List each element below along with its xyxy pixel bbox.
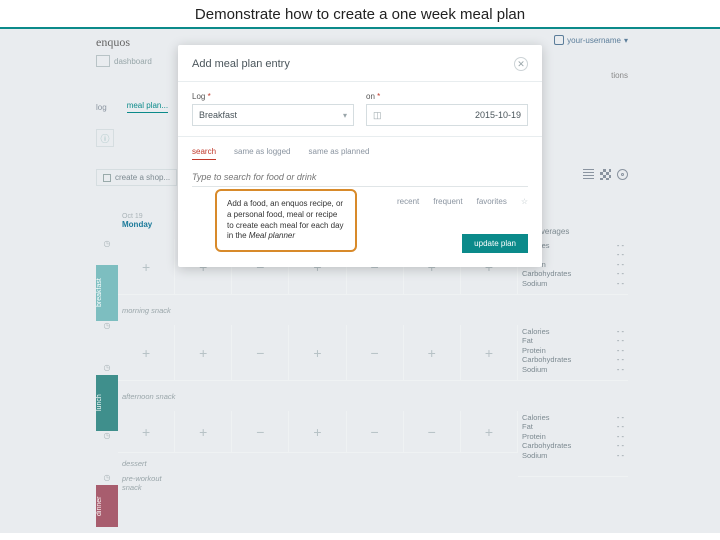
- add-meal-button[interactable]: +: [118, 239, 175, 295]
- on-label: on *: [366, 92, 528, 101]
- list-icon: [103, 174, 111, 182]
- create-shopping-list-button[interactable]: create a shop...: [96, 169, 177, 186]
- meal-label-dinner: dinner: [96, 485, 118, 527]
- add-meal-button[interactable]: +: [175, 411, 232, 453]
- tab-meal-plans[interactable]: meal plan...: [127, 101, 168, 113]
- log-select[interactable]: Breakfast ▾: [192, 104, 354, 126]
- clock-icon: ◷: [96, 321, 118, 333]
- log-value: Breakfast: [199, 110, 237, 120]
- meal-label-afternoon-snack: [96, 443, 118, 473]
- divider: [178, 81, 542, 82]
- afternoon-snack-row: afternoon snack: [118, 381, 518, 411]
- search-input[interactable]: [192, 168, 528, 187]
- instruction-callout: Add a food, an enquos recipe, or a perso…: [215, 189, 357, 252]
- clock-icon: ◷: [96, 239, 118, 251]
- date-value: 2015-10-19: [475, 110, 521, 120]
- add-meal-button[interactable]: +: [461, 411, 518, 453]
- star-icon[interactable]: ☆: [521, 197, 528, 206]
- brand-logo: enquos: [96, 35, 130, 50]
- app-background: enquos your-username ▾ dashboard tions l…: [0, 29, 720, 533]
- lunch-row: + + − + − + +: [118, 325, 518, 381]
- tab-search[interactable]: search: [192, 147, 216, 160]
- chevron-down-icon: ▾: [624, 36, 628, 45]
- tab-log[interactable]: log: [96, 103, 107, 112]
- add-meal-button[interactable]: −: [404, 411, 461, 453]
- list-view-icon[interactable]: [583, 169, 594, 180]
- tab-same-planned[interactable]: same as planned: [309, 147, 370, 160]
- log-label: Log *: [192, 92, 354, 101]
- slide-title: Demonstrate how to create a one week mea…: [0, 0, 720, 27]
- subnav-tabs: log meal plan...: [96, 101, 168, 113]
- meal-label-morning-snack: [96, 333, 118, 363]
- tab-same-logged[interactable]: same as logged: [234, 147, 290, 160]
- add-meal-button[interactable]: +: [404, 325, 461, 381]
- dessert-label: dessert: [118, 459, 179, 468]
- filter-favorites[interactable]: favorites: [477, 197, 507, 206]
- info-icon[interactable]: ⓘ: [96, 129, 114, 147]
- calendar-icon: ◫: [373, 110, 382, 121]
- pre-workout-label: pre-workout snack: [118, 474, 179, 492]
- target-view-icon[interactable]: [617, 169, 628, 180]
- add-meal-button[interactable]: −: [347, 325, 404, 381]
- shopping-label: create a shop...: [115, 173, 170, 182]
- grid-view-icon[interactable]: [600, 169, 611, 180]
- dinner-row: + + − + − − +: [118, 411, 518, 453]
- add-meal-button[interactable]: −: [347, 411, 404, 453]
- add-meal-button[interactable]: −: [232, 325, 289, 381]
- clock-icon: ◷: [96, 363, 118, 375]
- add-meal-button[interactable]: +: [289, 411, 346, 453]
- date-input[interactable]: ◫ 2015-10-19: [366, 104, 528, 126]
- add-meal-button[interactable]: +: [461, 325, 518, 381]
- callout-emphasis: Meal planner: [249, 231, 295, 240]
- divider: [178, 136, 542, 137]
- filter-recent[interactable]: recent: [397, 197, 419, 206]
- add-meal-button[interactable]: +: [118, 325, 175, 381]
- day-name: Monday: [122, 220, 152, 229]
- truncated-tab: tions: [611, 71, 628, 80]
- snack-label: morning snack: [118, 306, 179, 315]
- avatar-icon: [554, 35, 564, 45]
- snack-label: afternoon snack: [118, 392, 179, 401]
- username: your-username: [567, 36, 621, 45]
- add-meal-button[interactable]: +: [118, 411, 175, 453]
- add-meal-button[interactable]: +: [175, 325, 232, 381]
- meal-label-lunch: lunch: [96, 375, 118, 431]
- day-header-monday[interactable]: Oct 19 Monday: [118, 211, 175, 239]
- nutrient-block-lunch: Calories- - Fat- - Protein- - Carbohydra…: [518, 325, 628, 381]
- nutrient-block-dinner: Calories- - Fat- - Protein- - Carbohydra…: [518, 411, 628, 477]
- filter-frequent[interactable]: frequent: [433, 197, 462, 206]
- close-icon[interactable]: ✕: [514, 57, 528, 71]
- add-meal-button[interactable]: −: [232, 411, 289, 453]
- view-toggle-group: [583, 169, 628, 180]
- dessert-row: dessert: [118, 453, 518, 473]
- morning-snack-row: morning snack: [118, 295, 518, 325]
- dashboard-icon: [96, 55, 110, 67]
- clock-icon: ◷: [96, 431, 118, 443]
- day-date: Oct 19: [122, 213, 170, 220]
- add-meal-button[interactable]: +: [289, 325, 346, 381]
- clock-icon: ◷: [96, 473, 118, 485]
- update-plan-button[interactable]: update plan: [462, 234, 528, 253]
- dashboard-link[interactable]: dashboard: [96, 55, 152, 67]
- modal-title: Add meal plan entry: [192, 58, 290, 70]
- meal-label-breakfast: breakfast: [96, 265, 118, 321]
- pre-workout-row: pre-workout snack: [118, 473, 518, 493]
- user-menu[interactable]: your-username ▾: [554, 35, 628, 45]
- dashboard-label: dashboard: [114, 57, 152, 66]
- modal-tab-links: search same as logged same as planned: [192, 147, 528, 160]
- meal-labels-column: ◷ breakfast ◷ ◷ lunch ◷ ◷ dinner: [96, 211, 118, 533]
- chevron-down-icon: ▾: [343, 111, 347, 120]
